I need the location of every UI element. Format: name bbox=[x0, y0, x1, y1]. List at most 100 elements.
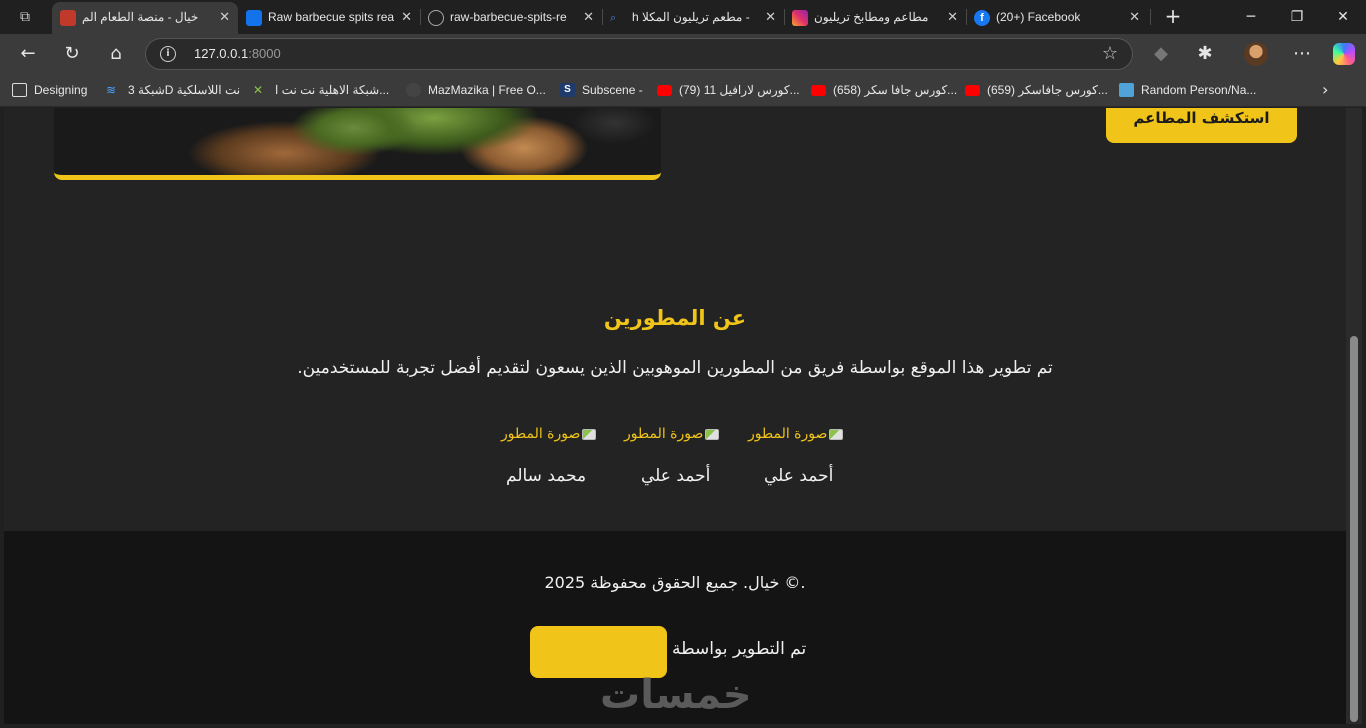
favorite-star-icon[interactable]: ☆ bbox=[1102, 43, 1118, 64]
globe-icon bbox=[428, 10, 444, 26]
bookmark-label: Random Person/Na... bbox=[1141, 83, 1257, 97]
khamsat-watermark: خمسات bbox=[600, 672, 752, 718]
restaurant-icon bbox=[60, 10, 76, 26]
about-developers-title: عن المطورين bbox=[603, 306, 747, 330]
person-icon bbox=[1119, 83, 1134, 97]
network-icon: ✕ bbox=[253, 83, 264, 97]
bookmark-random-person[interactable]: Random Person/Na... bbox=[1119, 81, 1256, 99]
bookmark-designing[interactable]: Designing bbox=[12, 81, 87, 99]
youtube-icon bbox=[811, 85, 826, 96]
wifi-icon: ≋ bbox=[106, 83, 117, 97]
developed-by-text: تم التطوير بواسطة bbox=[672, 639, 807, 659]
facebook-icon: f bbox=[974, 10, 990, 26]
minimize-button[interactable]: ─ bbox=[1228, 0, 1274, 34]
tab-title: (20+) Facebook bbox=[996, 10, 1081, 24]
page-viewport: استكشف المطاعم عن المطورين .تم تطوير هذا… bbox=[4, 108, 1346, 724]
tab-title: h مطعم تريليون المكلا - bbox=[632, 10, 750, 24]
tab-trillion-instagram[interactable]: مطاعم ومطابخ تريليون ✕ bbox=[784, 2, 966, 34]
profile-avatar[interactable] bbox=[1244, 42, 1268, 66]
tab-khayal[interactable]: خيال - منصة الطعام الم ✕ bbox=[52, 2, 238, 34]
copilot-icon[interactable] bbox=[1333, 43, 1355, 65]
explore-restaurants-label: استكشف المطاعم bbox=[1133, 109, 1270, 127]
bookmarks-bar: Designing ≋ شبكة 3D نت اللاسلكية ✕ شبكة … bbox=[0, 74, 1366, 107]
site-info-icon[interactable]: i bbox=[160, 46, 176, 62]
new-tab-button[interactable]: + bbox=[1159, 2, 1187, 32]
bookmark-label: (658) كورس جافا سكر... bbox=[833, 83, 958, 97]
close-icon[interactable]: ✕ bbox=[1129, 2, 1140, 32]
bookmark-label: (659) كورس جافاسكر... bbox=[987, 83, 1108, 97]
broken-image-icon bbox=[582, 428, 597, 440]
close-icon[interactable]: ✕ bbox=[401, 2, 412, 32]
broken-image-icon bbox=[829, 428, 844, 440]
youtube-icon bbox=[965, 85, 980, 96]
bookmark-label: شبكة 3D نت اللاسلكية bbox=[128, 83, 241, 97]
developer-badge[interactable] bbox=[530, 626, 667, 678]
explore-restaurants-button[interactable]: استكشف المطاعم bbox=[1106, 108, 1297, 143]
site-footer: خيال. جميع الحقوق محفوظة 2025 ©. تم التط… bbox=[4, 531, 1346, 724]
folder-icon bbox=[12, 83, 27, 97]
close-icon[interactable]: ✕ bbox=[947, 2, 958, 32]
close-icon[interactable]: ✕ bbox=[583, 2, 594, 32]
developer-image-alt: صورة المطور bbox=[501, 426, 581, 442]
developer-name: أحمد علي bbox=[764, 466, 834, 486]
url-text: 127.0.0.1:8000 bbox=[194, 46, 281, 61]
bookmark-ahlia-net[interactable]: ✕ شبكة الاهلية نت نت ا... bbox=[253, 81, 389, 99]
tab-trillion-search[interactable]: ⌕ h مطعم تريليون المكلا - ✕ bbox=[602, 2, 784, 34]
copyright-text: خيال. جميع الحقوق محفوظة 2025 ©. bbox=[544, 573, 806, 592]
tab-raw-barbecue-freepik[interactable]: Raw barbecue spits rea ✕ bbox=[238, 2, 420, 34]
developer-image: صورة المطور bbox=[624, 426, 720, 444]
bookmark-laravel-course[interactable]: (79) كورس لارافيل 11... bbox=[657, 81, 800, 99]
close-icon[interactable]: ✕ bbox=[765, 2, 776, 32]
close-window-button[interactable]: ✕ bbox=[1320, 0, 1366, 34]
developer-image-alt: صورة المطور bbox=[624, 426, 704, 442]
chevron-right-icon[interactable]: › bbox=[1322, 80, 1328, 99]
hero-food-image bbox=[54, 108, 661, 180]
home-button[interactable]: ⌂ bbox=[101, 39, 131, 69]
developer-name: أحمد علي bbox=[641, 466, 711, 486]
bookmark-label: شبكة الاهلية نت نت ا... bbox=[275, 83, 390, 97]
search-icon: ⌕ bbox=[610, 12, 617, 24]
bookmark-label: MazMazika | Free O... bbox=[428, 83, 546, 97]
tab-title: Raw barbecue spits rea bbox=[268, 10, 395, 24]
bookmark-label: (79) كورس لارافيل 11... bbox=[679, 83, 800, 97]
url-host: 127.0.0.1 bbox=[194, 46, 249, 61]
bookmark-label: Designing bbox=[34, 83, 88, 97]
developer-image: صورة المطور bbox=[501, 426, 597, 444]
more-menu-icon[interactable]: ⋯ bbox=[1287, 39, 1317, 69]
scrollbar-thumb[interactable] bbox=[1350, 336, 1358, 722]
extensions-puzzle-icon[interactable]: ✱ bbox=[1190, 39, 1220, 69]
bookmark-js-course-658[interactable]: (658) كورس جافا سكر... bbox=[811, 81, 957, 99]
developer-name: محمد سالم bbox=[506, 466, 587, 486]
browser-toolbar: ← ↻ ⌂ i 127.0.0.1:8000 ☆ ◆ ✱ ⋯ bbox=[0, 34, 1366, 74]
about-developers-text: .تم تطوير هذا الموقع بواسطة فريق من المط… bbox=[297, 358, 1053, 378]
developer-image: صورة المطور bbox=[748, 426, 844, 444]
address-bar[interactable]: i 127.0.0.1:8000 ☆ bbox=[145, 38, 1133, 70]
bookmark-mazmazika[interactable]: MazMazika | Free O... bbox=[406, 81, 546, 99]
bookmark-subscene[interactable]: S Subscene - bbox=[560, 81, 643, 99]
tab-title: raw-barbecue-spits-re bbox=[450, 10, 567, 24]
tab-title: خيال - منصة الطعام الم bbox=[82, 10, 199, 24]
music-icon bbox=[406, 83, 421, 97]
tab-separator bbox=[1150, 9, 1151, 25]
bookmark-js-course-659[interactable]: (659) كورس جافاسكر... bbox=[965, 81, 1108, 99]
url-port: :8000 bbox=[248, 46, 281, 61]
youtube-icon bbox=[657, 85, 672, 96]
restore-button[interactable]: ❐ bbox=[1274, 0, 1320, 34]
instagram-icon bbox=[792, 10, 808, 26]
back-button[interactable]: ← bbox=[13, 39, 43, 69]
page-scrollbar[interactable] bbox=[1346, 108, 1362, 724]
tab-facebook[interactable]: f (20+) Facebook ✕ bbox=[966, 2, 1148, 34]
close-icon[interactable]: ✕ bbox=[219, 2, 230, 32]
broken-image-icon bbox=[705, 428, 720, 440]
freepik-icon bbox=[246, 10, 262, 26]
developer-image-alt: صورة المطور bbox=[748, 426, 828, 442]
browser-tab-strip: ⧉ خيال - منصة الطعام الم ✕ Raw barbecue … bbox=[0, 0, 1366, 34]
extension-icon[interactable]: ◆ bbox=[1146, 39, 1176, 69]
reload-button[interactable]: ↻ bbox=[57, 39, 87, 69]
subscene-icon: S bbox=[560, 83, 575, 97]
bookmark-label: Subscene - bbox=[582, 83, 643, 97]
tab-raw-barbecue-image[interactable]: raw-barbecue-spits-re ✕ bbox=[420, 2, 602, 34]
tab-actions-icon[interactable]: ⧉ bbox=[10, 4, 40, 30]
bookmark-3d-net[interactable]: ≋ شبكة 3D نت اللاسلكية bbox=[106, 81, 240, 99]
tab-title: مطاعم ومطابخ تريليون bbox=[814, 10, 929, 24]
